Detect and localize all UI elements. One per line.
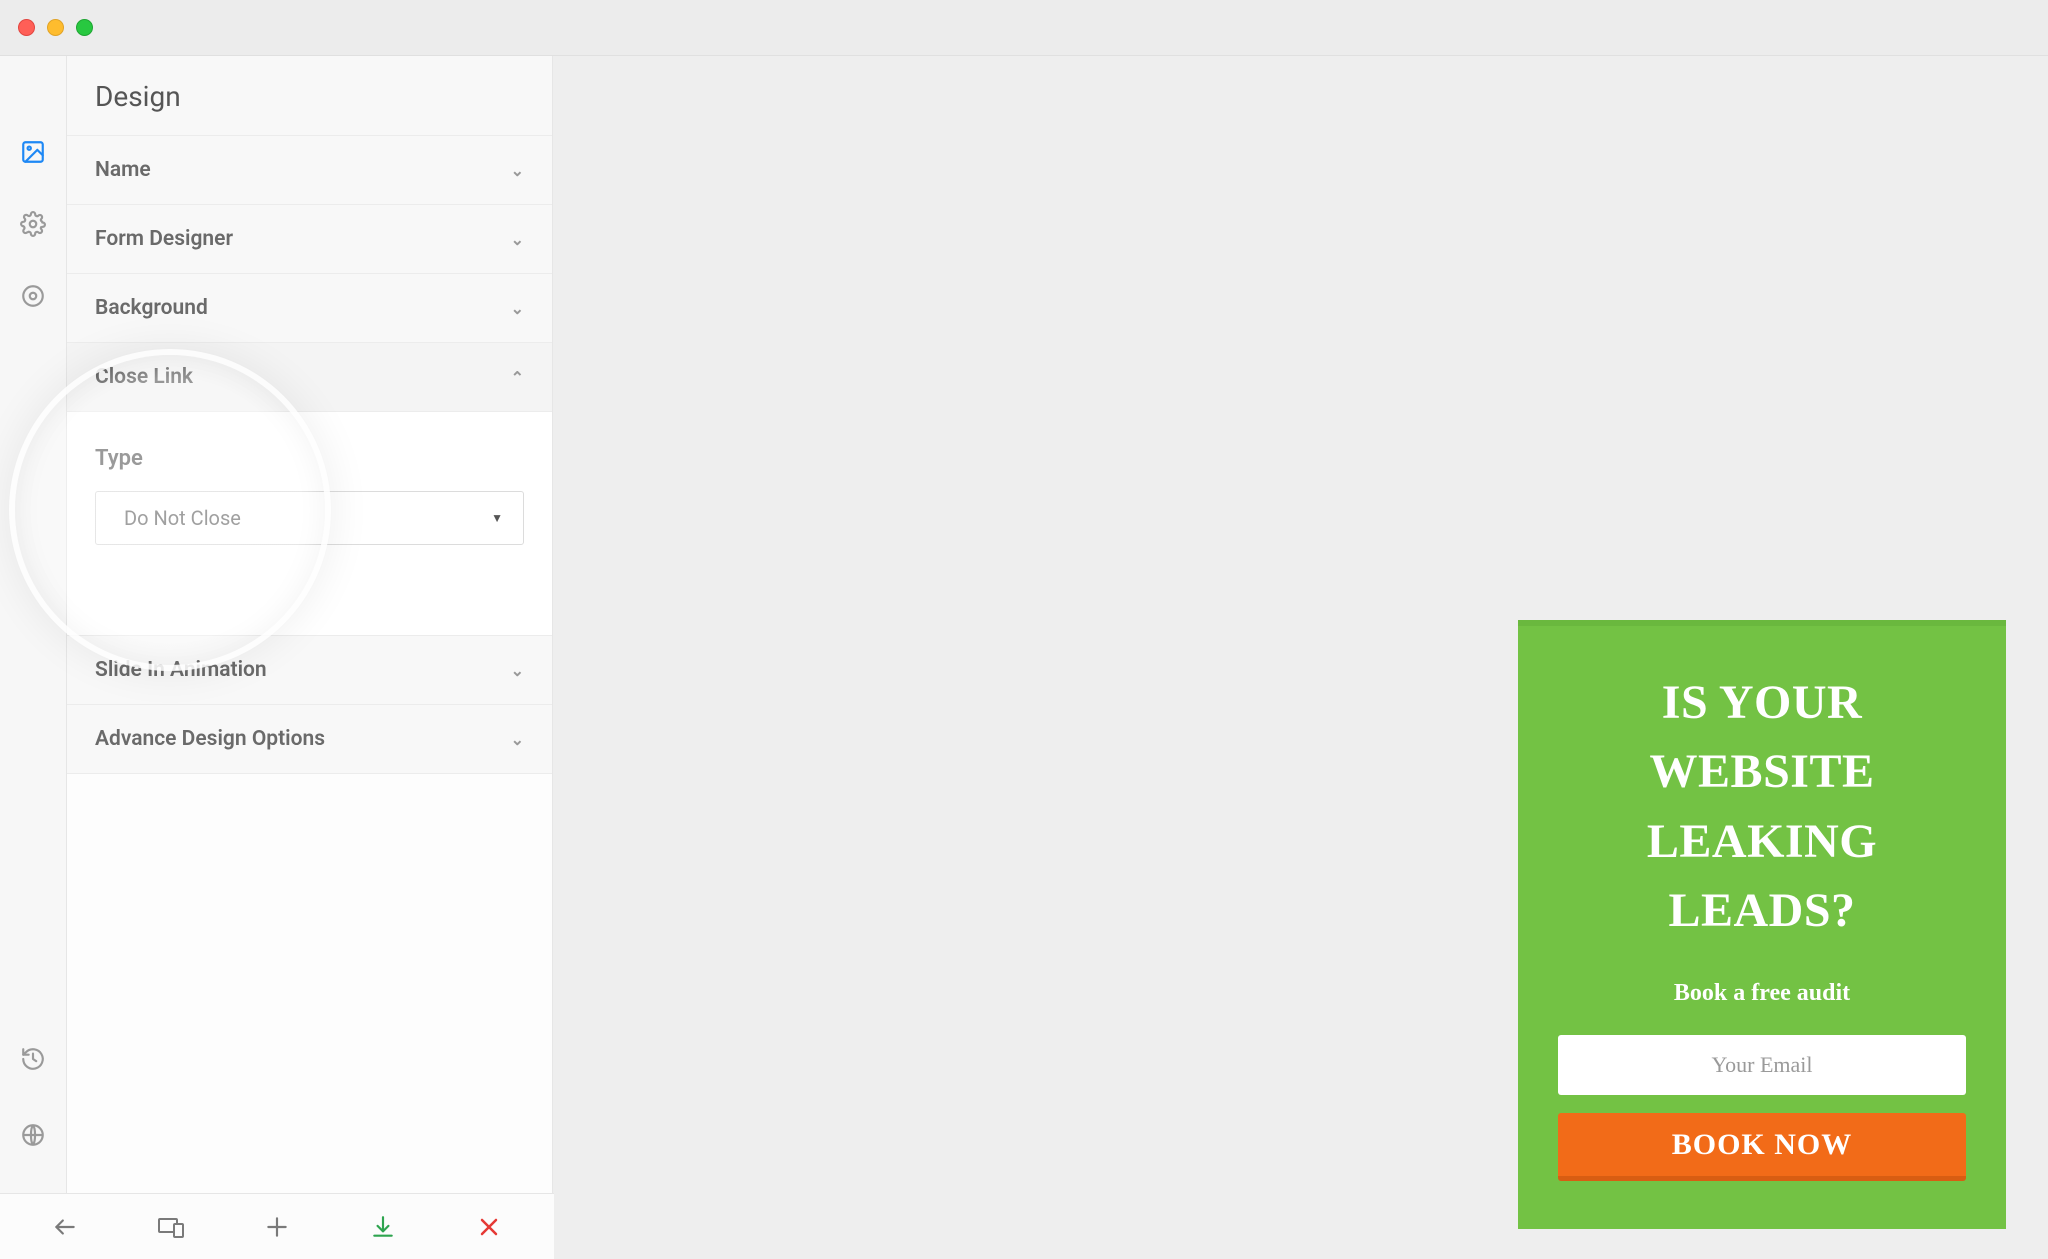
dropdown-caret-icon: ▼: [491, 511, 503, 525]
section-close-link-label: Close Link: [95, 365, 193, 389]
email-input[interactable]: [1558, 1035, 1966, 1095]
section-advanced[interactable]: Advance Design Options ⌄: [67, 705, 552, 773]
popup-subtitle: Book a free audit: [1558, 980, 1966, 1007]
chevron-up-icon: ⌃: [511, 368, 524, 387]
preview-canvas: IS YOUR WEBSITE LEAKING LEADS? Book a fr…: [553, 56, 2048, 1259]
section-name-label: Name: [95, 158, 151, 182]
section-close-link[interactable]: Close Link ⌃: [67, 343, 552, 411]
bottom-toolbar: [0, 1193, 554, 1259]
history-icon[interactable]: [19, 1045, 47, 1073]
cancel-button[interactable]: [469, 1207, 509, 1247]
chevron-down-icon: ⌄: [511, 230, 524, 249]
window-close-button[interactable]: [18, 19, 35, 36]
icon-rail: [0, 56, 67, 1259]
chevron-down-icon: ⌄: [511, 161, 524, 180]
section-form-designer-label: Form Designer: [95, 227, 233, 251]
book-now-button[interactable]: BOOK NOW: [1558, 1113, 1966, 1181]
design-sidebar: Design Name ⌄ Form Designer ⌄ Background…: [67, 56, 553, 1259]
section-form-designer[interactable]: Form Designer ⌄: [67, 205, 552, 273]
chevron-down-icon: ⌄: [511, 661, 524, 680]
back-button[interactable]: [45, 1207, 85, 1247]
type-label: Type: [95, 446, 524, 471]
download-button[interactable]: [363, 1207, 403, 1247]
close-link-body: Type Do Not Close ▼: [67, 411, 552, 635]
globe-icon[interactable]: [19, 1121, 47, 1149]
add-button[interactable]: [257, 1207, 297, 1247]
devices-button[interactable]: [151, 1207, 191, 1247]
section-background[interactable]: Background ⌄: [67, 274, 552, 342]
window-maximize-button[interactable]: [76, 19, 93, 36]
target-icon[interactable]: [19, 282, 47, 310]
section-slide-in[interactable]: Slide In Animation ⌄: [67, 636, 552, 704]
gear-icon[interactable]: [19, 210, 47, 238]
window-titlebar: [0, 0, 2048, 56]
type-select[interactable]: Do Not Close ▼: [95, 491, 524, 545]
panel-title: Design: [67, 56, 552, 136]
image-icon[interactable]: [19, 138, 47, 166]
section-background-label: Background: [95, 296, 208, 320]
section-slide-in-label: Slide In Animation: [95, 658, 267, 682]
chevron-down-icon: ⌄: [511, 730, 524, 749]
section-name[interactable]: Name ⌄: [67, 136, 552, 204]
type-select-value: Do Not Close: [124, 506, 241, 530]
popup-preview[interactable]: IS YOUR WEBSITE LEAKING LEADS? Book a fr…: [1518, 620, 2006, 1229]
section-advanced-label: Advance Design Options: [95, 727, 325, 751]
popup-title: IS YOUR WEBSITE LEAKING LEADS?: [1558, 668, 1966, 946]
chevron-down-icon: ⌄: [511, 299, 524, 318]
window-minimize-button[interactable]: [47, 19, 64, 36]
